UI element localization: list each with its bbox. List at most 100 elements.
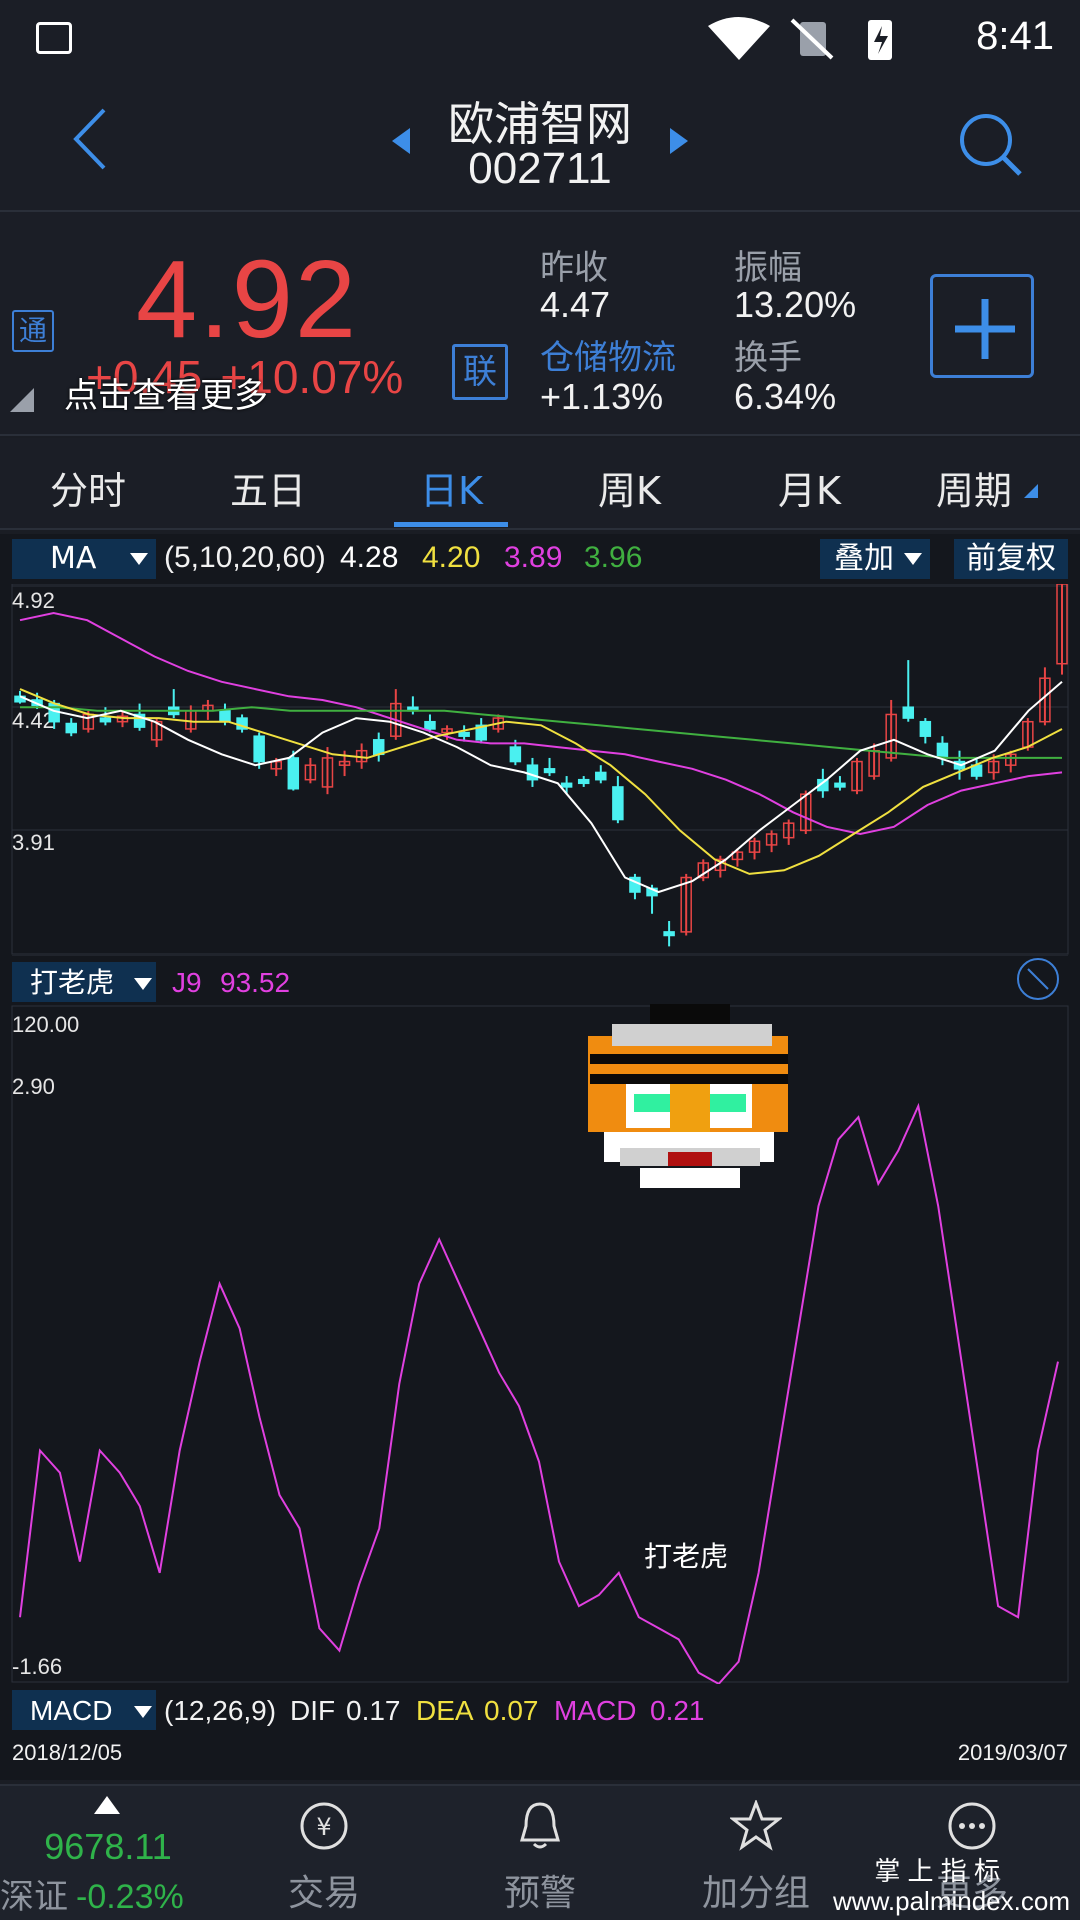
- index-line: 深证 -0.23%: [0, 1869, 184, 1918]
- tab-weekly-k[interactable]: 周K: [598, 460, 661, 515]
- candle-body: [65, 722, 77, 734]
- amplitude-label: 振幅: [734, 248, 802, 288]
- nav-watchlist[interactable]: 加分组: [648, 1786, 864, 1920]
- ma-selector[interactable]: MA: [12, 539, 156, 579]
- tab-daily-k[interactable]: 日K: [420, 460, 483, 515]
- search-icon: [960, 114, 1012, 166]
- candle-body: [936, 742, 949, 759]
- yuan-icon: ¥: [300, 1802, 348, 1850]
- clock-time: 8:41: [976, 14, 1054, 58]
- active-tab-underline: [394, 522, 508, 527]
- ma-selector-label: MA: [50, 541, 97, 576]
- candle-body: [663, 931, 675, 937]
- watermark: 掌 上 指 标 www.palmindex.com: [833, 1856, 1070, 1916]
- tab-period[interactable]: 周期: [936, 460, 1012, 515]
- image-icon: [36, 22, 72, 54]
- ma-params: (5,10,20,60): [164, 541, 326, 574]
- nav-alert[interactable]: 预警: [432, 1786, 648, 1920]
- candle-body: [526, 764, 539, 781]
- axis-label-2: 4.42: [12, 708, 55, 733]
- date-start: 2018/12/05: [12, 1740, 122, 1765]
- j9-value: 93.52: [220, 967, 290, 998]
- tab-five-day[interactable]: 五日: [230, 460, 306, 515]
- status-bar: 8:41: [0, 0, 1080, 78]
- candle-body: [612, 786, 624, 821]
- candle-body: [458, 731, 470, 737]
- overlay-label: 叠加: [834, 541, 894, 576]
- chevron-down-icon: [904, 553, 922, 565]
- next-stock-button[interactable]: [664, 126, 694, 156]
- overlay-button[interactable]: 叠加: [820, 539, 930, 579]
- kline-frame: [11, 584, 1069, 955]
- lian-badge[interactable]: 联: [452, 344, 508, 400]
- kline-chart[interactable]: 4.924.423.913.412.90打老虎J993.52120.00-1.6…: [0, 584, 1080, 1780]
- period-caret-icon: [1024, 484, 1038, 498]
- dea-label: DEA: [416, 1695, 474, 1726]
- search-button[interactable]: [956, 110, 1026, 180]
- tab-intraday[interactable]: 分时: [50, 460, 126, 515]
- indicator-axis-bottom: -1.66: [12, 1654, 62, 1679]
- j9-line: [19, 1102, 1059, 1686]
- index-change: -0.23%: [76, 1878, 184, 1916]
- sector-change: +1.13%: [540, 376, 664, 417]
- wifi-icon: [708, 17, 770, 60]
- index-value: 9678.11: [44, 1826, 172, 1867]
- dea-value: 0.07: [484, 1695, 539, 1726]
- tab-monthly-k[interactable]: 月K: [778, 460, 841, 515]
- candle-body: [253, 735, 265, 763]
- axis-label-3: 3.91: [12, 830, 55, 855]
- candle-body: [560, 782, 573, 788]
- tong-badge[interactable]: 通: [12, 310, 54, 352]
- candle-body: [577, 778, 590, 785]
- svg-text:¥: ¥: [316, 1813, 331, 1841]
- candle-body: [99, 717, 112, 723]
- ma10-value: 4.20: [422, 541, 481, 574]
- star-icon: [730, 1800, 782, 1851]
- date-end: 2019/03/07: [958, 1740, 1068, 1765]
- chevron-down-icon: [130, 553, 148, 565]
- indicator-axis-top: 120.00: [12, 1012, 79, 1037]
- macd-value: 0.21: [650, 1695, 705, 1726]
- nav-alert-label: 预警: [503, 1873, 576, 1914]
- macd-header: [0, 1684, 1080, 1734]
- amplitude-value: 13.20%: [734, 284, 857, 325]
- nav-index[interactable]: 9678.11 深证 -0.23%: [0, 1786, 216, 1920]
- prev-close-label: 昨收: [540, 248, 608, 288]
- axis-label-bottom: 2.90: [12, 1074, 55, 1099]
- watermark-line2: www.palmindex.com: [833, 1886, 1070, 1916]
- ma20-value: 3.89: [504, 541, 563, 574]
- watermark-line1: 掌 上 指 标: [874, 1856, 1000, 1886]
- j9-label: J9: [172, 967, 202, 998]
- bell-icon: [520, 1802, 560, 1849]
- more-dots-icon: [948, 1802, 996, 1850]
- candle-body: [543, 768, 556, 774]
- turnover-label: 换手: [734, 338, 802, 378]
- macd-params: (12,26,9): [164, 1695, 276, 1726]
- prev-close-value: 4.47: [540, 284, 611, 325]
- dif-value: 0.17: [346, 1695, 401, 1726]
- last-price: 4.92: [136, 238, 359, 361]
- macd-label: MACD: [554, 1695, 636, 1726]
- add-watchlist-button[interactable]: [930, 274, 1034, 378]
- dif-label: DIF: [290, 1695, 335, 1726]
- status-icons: [708, 17, 892, 60]
- indicator-header: [0, 956, 1080, 1006]
- macd-selector-label: MACD: [30, 1695, 112, 1726]
- quote-panel[interactable]: 通 4.92 +0.45 +10.07% 点击查看更多 联 昨收 4.47 仓储物…: [0, 212, 1080, 436]
- chart-area[interactable]: 4.924.423.913.412.90打老虎J993.52120.00-1.6…: [0, 584, 1080, 1780]
- tiger-logo-icon: [588, 1004, 788, 1188]
- period-tabs: 分时 五日 日K 周K 月K 周期: [0, 438, 1080, 530]
- adjust-button[interactable]: 前复权: [954, 539, 1068, 579]
- sector-link[interactable]: 仓储物流: [540, 330, 676, 379]
- candle-body: [509, 746, 522, 763]
- indicator-watermark-label: 打老虎: [644, 1541, 728, 1572]
- ma-legend-bar: MA (5,10,20,60) 4.28 4.20 3.89 3.96 叠加 前…: [0, 534, 1080, 584]
- header: 欧浦智网 002711: [0, 78, 1080, 212]
- stock-code: 002711: [468, 144, 612, 193]
- candle-body: [287, 757, 300, 790]
- nav-trade[interactable]: ¥ 交易: [216, 1786, 432, 1920]
- index-name: 深证: [0, 1877, 68, 1917]
- candle-body: [219, 710, 231, 723]
- candle-body: [919, 720, 932, 737]
- more-hint[interactable]: 点击查看更多: [64, 368, 268, 417]
